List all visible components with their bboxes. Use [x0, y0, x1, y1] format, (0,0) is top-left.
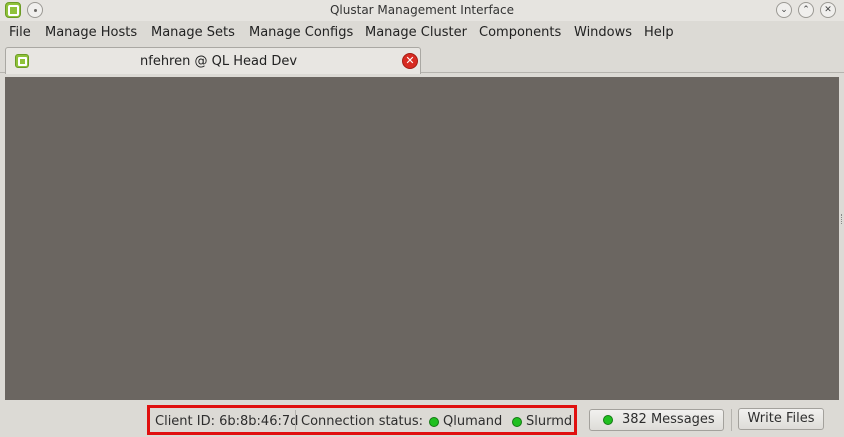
button-divider	[731, 409, 732, 431]
write-files-button[interactable]: Write Files	[738, 408, 824, 430]
menu-manage-hosts[interactable]: Manage Hosts	[45, 25, 137, 40]
status-bar: Client ID: 6b:8b:46:7d Connection status…	[0, 402, 844, 437]
menu-help[interactable]: Help	[644, 25, 674, 40]
slurmd-label: Slurmd	[526, 414, 573, 429]
messages-button[interactable]: 382 Messages	[589, 409, 724, 431]
qlumand-status-icon	[429, 417, 439, 427]
menu-manage-cluster[interactable]: Manage Cluster	[365, 25, 467, 40]
qlumand-label: Qlumand	[443, 414, 503, 429]
workspace-area[interactable]	[5, 77, 839, 400]
minimize-icon[interactable]: ⌄	[776, 2, 792, 18]
close-tab-icon[interactable]: ✕	[402, 53, 418, 69]
messages-status-icon	[603, 415, 613, 425]
connection-status-panel: Client ID: 6b:8b:46:7d Connection status…	[147, 405, 577, 435]
menu-file[interactable]: File	[9, 25, 31, 40]
client-id: Client ID: 6b:8b:46:7d	[155, 414, 299, 429]
tab-bar: nfehren @ QL Head Dev ✕	[0, 45, 844, 74]
menu-manage-configs[interactable]: Manage Configs	[249, 25, 353, 40]
messages-button-label: 382 Messages	[622, 412, 715, 427]
slurmd-status-icon	[512, 417, 522, 427]
menu-windows[interactable]: Windows	[574, 25, 632, 40]
status-divider	[295, 410, 296, 430]
menu-components[interactable]: Components	[479, 25, 561, 40]
menu-bar: File Manage Hosts Manage Sets Manage Con…	[0, 22, 844, 44]
window-titlebar: Qlustar Management Interface ⌄ ⌃ ✕	[0, 0, 844, 21]
close-window-icon[interactable]: ✕	[820, 2, 836, 18]
connection-status-label: Connection status:	[301, 414, 424, 429]
tab-label: nfehren @ QL Head Dev	[140, 54, 298, 69]
window-title: Qlustar Management Interface	[329, 3, 515, 17]
maximize-icon[interactable]: ⌃	[798, 2, 814, 18]
menu-manage-sets[interactable]: Manage Sets	[151, 25, 235, 40]
tab-cluster-session[interactable]: nfehren @ QL Head Dev ✕	[5, 47, 421, 74]
qlustar-app-icon	[15, 54, 29, 68]
